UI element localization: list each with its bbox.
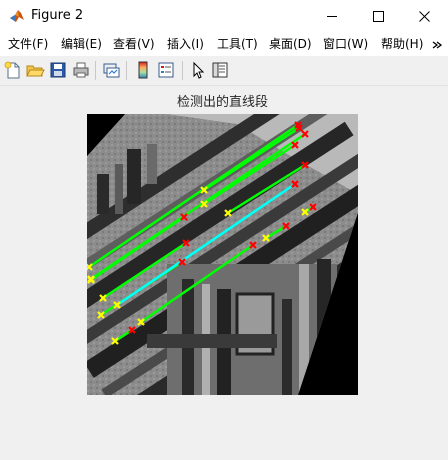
link-plot-icon	[103, 63, 120, 78]
print-button[interactable]	[71, 60, 91, 80]
pointer-button[interactable]	[188, 60, 208, 80]
link-plot-button[interactable]	[101, 60, 121, 80]
insert-legend-button[interactable]	[156, 60, 176, 80]
menu-file[interactable]: 文件(F)	[8, 37, 48, 52]
toolbar-separator	[126, 61, 127, 80]
plot-title: 检测出的直线段	[176, 95, 268, 110]
minimize-icon	[326, 15, 337, 17]
menu-window[interactable]: 窗口(W)	[323, 37, 368, 52]
matlab-icon	[10, 10, 24, 22]
title-bar: Figure 2	[0, 0, 448, 32]
toolbar-separator	[182, 61, 183, 80]
open-file-button[interactable]	[25, 60, 45, 80]
open-file-icon	[26, 65, 45, 77]
menu-desktop[interactable]: 桌面(D)	[269, 37, 312, 52]
property-inspector-button[interactable]	[210, 60, 230, 80]
insert-legend-icon	[158, 62, 174, 78]
toolbar-separator	[95, 61, 96, 80]
pointer-icon	[193, 61, 205, 79]
minimize-button[interactable]	[309, 0, 355, 32]
image-axes[interactable]	[87, 114, 358, 395]
menu-edit[interactable]: 编辑(E)	[61, 37, 102, 52]
menu-tools[interactable]: 工具(T)	[217, 37, 258, 52]
window-title: Figure 2	[31, 8, 84, 23]
save-icon	[50, 62, 66, 78]
property-inspector-icon	[212, 62, 228, 78]
close-button[interactable]	[401, 0, 447, 32]
menu-help[interactable]: 帮助(H)	[381, 37, 423, 52]
maximize-button[interactable]	[355, 0, 401, 32]
print-icon	[73, 62, 89, 78]
menu-bar: 文件(F) 编辑(E) 查看(V) 插入(I) 工具(T) 桌面(D) 窗口(W…	[0, 32, 448, 56]
insert-colorbar-button[interactable]	[133, 60, 153, 80]
menu-view[interactable]: 查看(V)	[113, 37, 155, 52]
menu-overflow-icon[interactable]	[432, 41, 442, 49]
new-figure-icon	[4, 61, 20, 79]
insert-colorbar-icon	[138, 61, 148, 79]
new-figure-button[interactable]	[3, 60, 23, 80]
close-icon	[418, 10, 430, 22]
save-button[interactable]	[48, 60, 68, 80]
toolbar	[0, 57, 448, 86]
maximize-icon	[372, 10, 384, 22]
menu-insert[interactable]: 插入(I)	[167, 37, 204, 52]
